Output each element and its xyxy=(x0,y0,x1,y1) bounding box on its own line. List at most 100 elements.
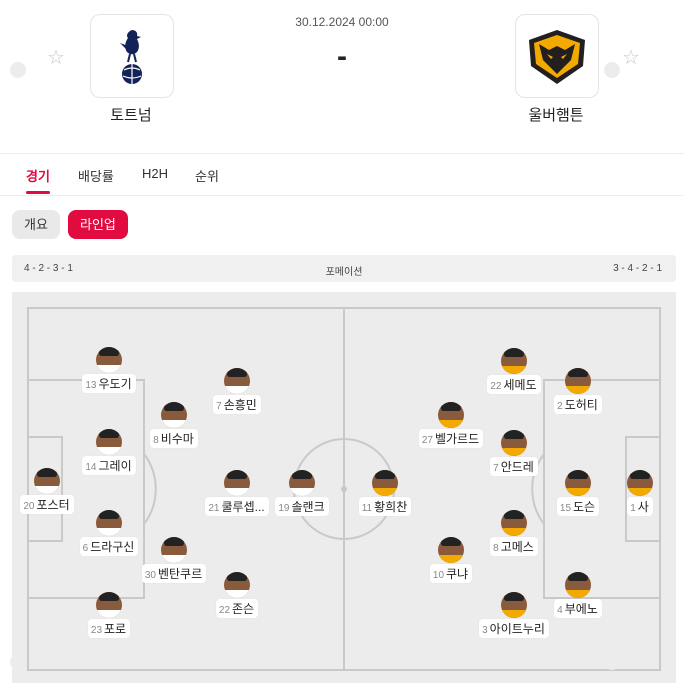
player-number: 2 xyxy=(557,401,563,412)
player-number: 23 xyxy=(90,625,103,636)
player-number: 11 xyxy=(361,503,373,514)
player-name: 사 xyxy=(637,500,649,514)
player-number: 1 xyxy=(630,503,636,514)
player-number: 6 xyxy=(82,543,89,554)
player-photo xyxy=(34,468,60,494)
player-name: 도허티 xyxy=(564,398,598,412)
player-card[interactable]: 10 쿠냐 xyxy=(406,537,496,583)
player-card[interactable]: 23 포로 xyxy=(64,592,154,638)
player-name: 그레이 xyxy=(98,459,132,473)
player-number: 7 xyxy=(216,401,222,412)
player-number: 10 xyxy=(432,570,445,581)
player-number: 7 xyxy=(493,463,499,474)
player-label: 8 고메스 xyxy=(490,537,538,556)
subtab-overview[interactable]: 개요 xyxy=(12,210,60,239)
player-card[interactable]: 19 솔랜크 xyxy=(257,470,347,516)
formation-bar: 4 - 2 - 3 - 1 포메이션 3 - 4 - 2 - 1 xyxy=(12,255,676,282)
player-label: 11 황희찬 xyxy=(358,497,412,516)
player-name: 세메도 xyxy=(503,378,537,392)
player-label: 2 도허티 xyxy=(554,395,602,414)
player-number: 14 xyxy=(85,462,97,473)
player-photo xyxy=(161,402,187,428)
player-name: 존슨 xyxy=(232,602,255,616)
player-photo xyxy=(161,537,187,563)
player-card[interactable]: 13 우도기 xyxy=(64,347,154,393)
player-label: 22 존슨 xyxy=(215,599,259,618)
subtab-lineup[interactable]: 라인업 xyxy=(68,210,128,239)
player-card[interactable]: 11 황희찬 xyxy=(340,470,430,516)
active-tab-indicator xyxy=(26,191,50,194)
player-label: 7 손흥민 xyxy=(213,395,261,414)
away-team-logo[interactable] xyxy=(515,14,599,98)
player-photo xyxy=(501,592,527,618)
player-photo xyxy=(224,368,250,394)
lineup-pitch: 20 포스터 13 우도기 14 그레이 6 드라구신 23 포로 8 비수마 30 벤탄쿠르… xyxy=(10,292,676,683)
player-number: 30 xyxy=(144,570,156,581)
player-name: 쿠냐 xyxy=(446,567,469,581)
tab-h2h[interactable]: H2H xyxy=(142,166,168,181)
player-label: 8 비수마 xyxy=(150,429,198,448)
player-photo xyxy=(96,510,122,536)
player-photo xyxy=(96,347,122,373)
away-formation: 3 - 4 - 2 - 1 xyxy=(613,263,662,274)
player-number: 19 xyxy=(278,503,290,514)
player-name: 드라구신 xyxy=(90,540,135,554)
player-label: 19 솔랜크 xyxy=(275,497,329,516)
tab-odds[interactable]: 배당률 xyxy=(78,166,114,185)
player-name: 황희찬 xyxy=(374,500,408,514)
home-team-name[interactable]: 토트넘 xyxy=(71,104,191,125)
player-card[interactable]: 3 아이트누리 xyxy=(469,592,559,638)
player-card[interactable]: 7 손흥민 xyxy=(192,368,282,414)
player-number: 21 xyxy=(208,503,220,514)
player-name: 벨가르드 xyxy=(434,432,480,446)
player-label: 15 도슨 xyxy=(556,497,600,516)
tab-match[interactable]: 경기 xyxy=(26,166,50,185)
player-photo xyxy=(96,592,122,618)
player-name: 포로 xyxy=(104,622,127,636)
player-number: 20 xyxy=(23,501,35,512)
player-label: 14 그레이 xyxy=(82,456,136,475)
player-label: 23 포로 xyxy=(87,619,131,638)
player-label: 13 우도기 xyxy=(82,374,136,393)
player-photo xyxy=(565,368,591,394)
player-number: 27 xyxy=(421,435,433,446)
away-team-name[interactable]: 울버햄튼 xyxy=(496,104,616,125)
player-photo xyxy=(96,429,122,455)
player-photo xyxy=(565,470,591,496)
player-card[interactable]: 22 존슨 xyxy=(192,572,282,618)
formation-title: 포메이션 xyxy=(325,267,363,278)
player-name: 비수마 xyxy=(160,432,194,446)
player-photo xyxy=(289,470,315,496)
player-photo xyxy=(501,430,527,456)
player-card[interactable]: 22 세메도 xyxy=(469,348,559,394)
player-name: 아이트누리 xyxy=(489,622,545,636)
player-label: 7 안드레 xyxy=(490,457,538,476)
player-number: 22 xyxy=(490,381,502,392)
player-label: 27 벨가르드 xyxy=(418,429,484,448)
player-name: 안드레 xyxy=(500,460,534,474)
player-photo xyxy=(438,402,464,428)
player-name: 솔랜크 xyxy=(291,500,325,514)
player-photo xyxy=(627,470,653,496)
player-photo xyxy=(438,537,464,563)
player-name: 손흥민 xyxy=(223,398,257,412)
player-number: 22 xyxy=(218,605,231,616)
player-number: 3 xyxy=(482,625,488,636)
favorite-away-star-icon[interactable]: ☆ xyxy=(622,45,640,70)
player-photo xyxy=(224,572,250,598)
player-label: 4 부에노 xyxy=(554,599,602,618)
watermark-icon xyxy=(604,654,620,670)
player-photo xyxy=(501,510,527,536)
watermark-icon xyxy=(604,62,620,78)
player-label: 22 세메도 xyxy=(487,375,541,394)
player-label: 10 쿠냐 xyxy=(429,564,473,583)
player-card[interactable]: 27 벨가르드 xyxy=(406,402,496,448)
player-name: 우도기 xyxy=(98,377,132,391)
tab-standings[interactable]: 순위 xyxy=(195,166,219,185)
player-photo xyxy=(372,470,398,496)
player-name: 고메스 xyxy=(500,540,534,554)
player-number: 13 xyxy=(85,380,97,391)
player-number: 15 xyxy=(559,503,572,514)
player-label: 1사 xyxy=(627,497,653,516)
wolves-logo-icon xyxy=(529,30,585,84)
